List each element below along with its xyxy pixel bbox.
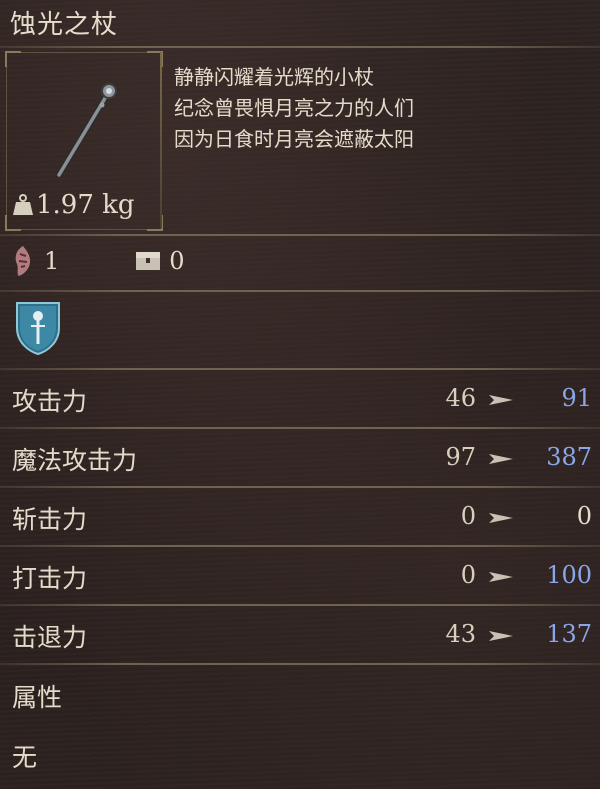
weight-value: 1.97 kg [36, 190, 135, 220]
divider [0, 545, 600, 547]
stat-new-value: 100 [546, 561, 592, 589]
description-line: 因为日食时月亮会遮蔽太阳 [174, 127, 414, 151]
stat-base-value: 0 [460, 561, 476, 589]
divider [0, 290, 600, 292]
stat-label: 斩击力 [12, 505, 88, 534]
stat-base-value: 43 [445, 620, 476, 648]
description-line: 纪念曾畏惧月亮之力的人们 [174, 96, 414, 120]
chest-icon [136, 252, 161, 270]
stat-new-value: 137 [546, 620, 592, 648]
item-counts-row: 1 0 [10, 244, 185, 278]
shield-staff-icon [16, 302, 60, 356]
divider [0, 486, 600, 488]
arrow-right-icon [489, 395, 513, 405]
attribute-value: 无 [12, 743, 38, 772]
divider [0, 427, 600, 429]
divider [0, 234, 600, 236]
divider [0, 604, 600, 606]
stat-base-value: 46 [445, 384, 476, 412]
stat-label: 打击力 [12, 564, 88, 593]
weight-icon [13, 194, 33, 215]
attribute-label: 属性 [12, 683, 63, 712]
divider [0, 663, 600, 665]
stat-label: 魔法攻击力 [12, 446, 138, 475]
stat-new-value: 387 [546, 443, 592, 471]
arrow-right-icon [489, 631, 513, 641]
description-line: 静静闪耀着光辉的小杖 [174, 65, 374, 89]
stat-base-value: 97 [445, 443, 476, 471]
arrow-right-icon [489, 513, 513, 523]
stat-label: 攻击力 [12, 387, 88, 416]
stat-base-value: 0 [460, 502, 476, 530]
requirement-value: 1 [44, 247, 60, 275]
divider [0, 368, 600, 370]
divider [0, 46, 600, 48]
item-title: 蚀光之杖 [10, 10, 119, 40]
frame-ornament [160, 52, 162, 228]
arrow-right-icon [489, 454, 513, 464]
rune-icon [15, 246, 30, 276]
storage-value: 0 [169, 247, 185, 275]
stat-new-value: 0 [576, 502, 592, 530]
item-weight: 1.97 kg [12, 190, 135, 220]
stat-new-value: 91 [561, 384, 592, 412]
arrow-right-icon [489, 572, 513, 582]
item-description: 静静闪耀着光辉的小杖 纪念曾畏惧月亮之力的人们 因为日食时月亮会遮蔽太阳 [174, 62, 414, 155]
stat-label: 击退力 [12, 623, 88, 652]
